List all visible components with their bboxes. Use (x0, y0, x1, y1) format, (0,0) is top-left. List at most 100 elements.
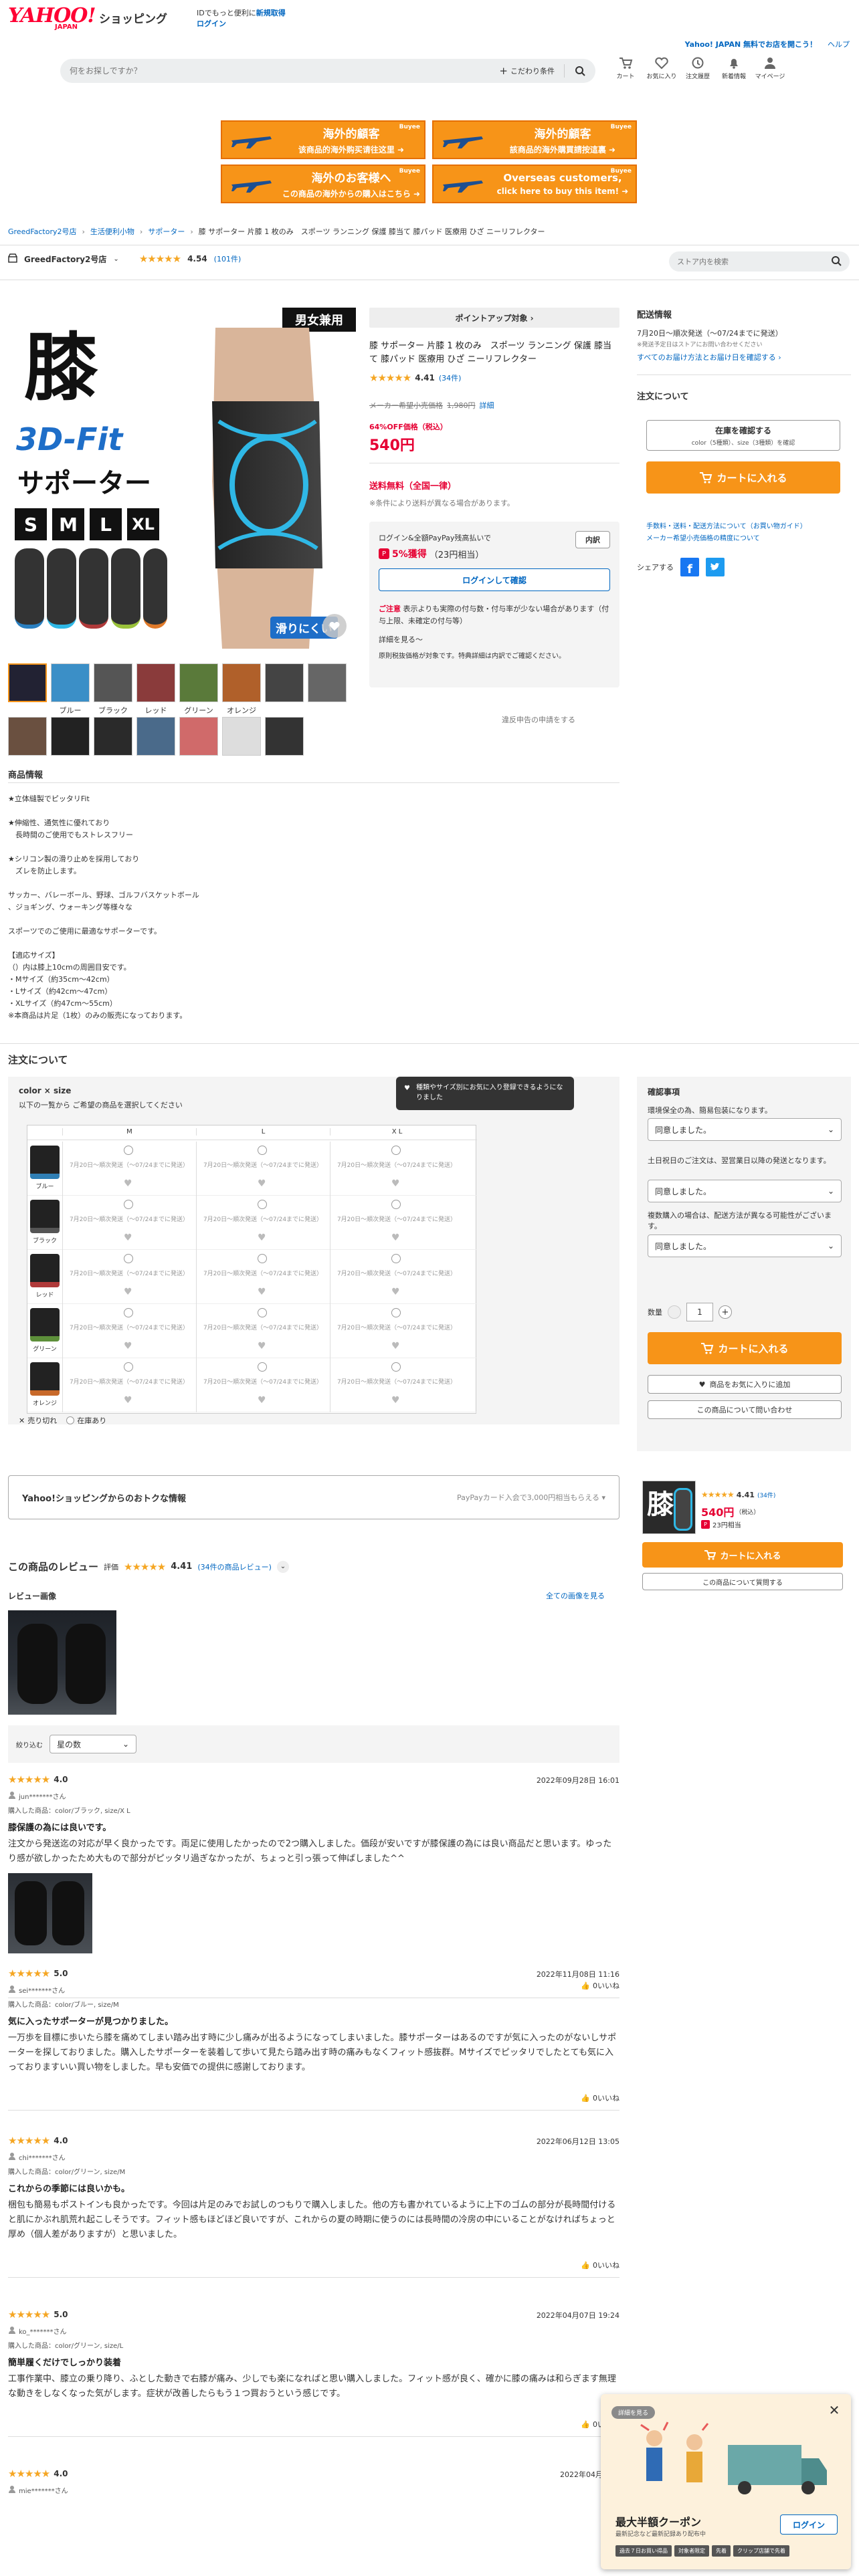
variant-radio[interactable] (124, 1362, 133, 1372)
variant-radio[interactable] (258, 1362, 267, 1372)
thumbnail[interactable] (94, 663, 132, 702)
confirm-select[interactable]: 同意しました。 ⌄ (648, 1118, 842, 1141)
variant-radio[interactable] (391, 1362, 401, 1372)
help-link[interactable]: ヘルプ (828, 39, 850, 49)
register-link[interactable]: 新規取得 (256, 9, 286, 17)
point-up-banner[interactable]: ポイントアップ対象 › (369, 308, 619, 328)
nav-cart[interactable]: カート (610, 56, 641, 80)
thumbnail[interactable] (222, 663, 261, 702)
store-name[interactable]: GreedFactory2号店 (24, 253, 106, 265)
sticky-count[interactable]: (34件) (757, 1491, 775, 1499)
thumbnail[interactable] (94, 717, 132, 756)
facebook-icon[interactable]: f (680, 558, 699, 576)
deals-bar[interactable]: Yahoo!ショッピングからのおトクな情報 PayPayカード入会で3,000円… (8, 1475, 619, 1519)
quantity-increase-button[interactable]: + (719, 1305, 732, 1319)
paypay-breakdown-button[interactable]: 内訳 (575, 531, 610, 548)
variant-radio[interactable] (258, 1200, 267, 1209)
variant-radio[interactable] (124, 1200, 133, 1209)
login-link[interactable]: ログイン (197, 19, 226, 28)
review-image[interactable] (8, 1610, 116, 1715)
rating-count[interactable]: (34件) (439, 372, 462, 383)
thumbnail[interactable] (265, 663, 304, 702)
regular-price-detail-link[interactable]: 詳細 (480, 400, 494, 411)
variant-favorite-icon[interactable]: ♥ (124, 1233, 133, 1243)
sticky-inquiry-button[interactable]: この商品について質問する (642, 1573, 843, 1590)
thumbnail[interactable] (8, 663, 47, 702)
thumbs-up-icon[interactable]: 👍 (581, 2094, 590, 2103)
store-search-input[interactable] (677, 257, 811, 266)
breadcrumb-item[interactable]: 生活便利小物 (90, 226, 134, 237)
search-icon[interactable] (831, 255, 842, 268)
popup-tag[interactable]: 詳細を見る (611, 2406, 656, 2419)
star-filter-select[interactable]: 星の数 ⌄ (50, 1735, 136, 1753)
buyee-ad-2[interactable]: 海外的顧客 該商品的海外購買請按這裏 ➜ Buyee (432, 120, 637, 159)
thumbs-up-icon[interactable]: 👍 (581, 2261, 590, 2270)
image-favorite-button[interactable] (322, 614, 347, 638)
inquiry-button[interactable]: この商品について問い合わせ (648, 1400, 842, 1419)
note-more-link[interactable]: 詳細を見る～ (379, 634, 423, 645)
review-useful-count[interactable]: 0いいね (593, 2092, 619, 2103)
variant-radio[interactable] (258, 1308, 267, 1317)
thumbnail[interactable] (265, 717, 304, 756)
thumbnail[interactable] (8, 717, 47, 756)
see-all-images-link[interactable]: 全ての画像を見る (546, 1590, 605, 1601)
store-dropdown-icon[interactable]: ⌄ (113, 255, 118, 263)
review-useful-count[interactable]: 0いいね (593, 2260, 619, 2270)
variant-radio[interactable] (391, 1200, 401, 1209)
variant-favorite-icon[interactable]: ♥ (258, 1233, 267, 1243)
variant-favorite-icon[interactable]: ♥ (258, 1287, 267, 1297)
thumbnail[interactable] (51, 717, 90, 756)
variant-favorite-icon[interactable]: ♥ (258, 1179, 267, 1188)
nav-favorite[interactable]: お気に入り (646, 56, 677, 80)
popup-login-button[interactable]: ログイン (780, 2514, 838, 2535)
all-delivery-dates-link[interactable]: すべてのお届け方法とお届け日を確認する › (637, 352, 781, 362)
twitter-icon[interactable] (706, 558, 725, 576)
search-icon[interactable] (574, 65, 586, 77)
variant-favorite-icon[interactable]: ♥ (391, 1287, 401, 1297)
coupon-popup[interactable]: 詳細を見る ✕ 最大半額クーポン 最新記念など最新記録あり配布中 ログイン 過去… (601, 2394, 851, 2569)
variant-radio[interactable] (124, 1308, 133, 1317)
report-link[interactable]: 違反申告の申請をする (502, 714, 575, 725)
variant-radio[interactable] (124, 1146, 133, 1155)
maker-price-link[interactable]: メーカー希望小売価格の精度について (646, 532, 760, 542)
variant-radio[interactable] (391, 1254, 401, 1263)
nav-news[interactable]: 新着情報 (719, 56, 749, 80)
logo-service[interactable]: ショッピング (99, 9, 167, 26)
quantity-decrease-button[interactable] (668, 1305, 681, 1319)
buyee-ad-4[interactable]: Overseas customers, click here to buy thi… (432, 165, 637, 203)
nav-mypage[interactable]: マイページ (755, 56, 785, 80)
confirm-select[interactable]: 同意しました。 ⌄ (648, 1235, 842, 1257)
nav-history[interactable]: 注文履歴 (682, 56, 713, 80)
add-to-cart-button[interactable]: カートに入れる (646, 461, 840, 494)
variant-favorite-icon[interactable]: ♥ (258, 1341, 267, 1351)
buyee-ad-3[interactable]: 海外のお客様へ この商品の海外からの購入はこちら ➜ Buyee (221, 165, 425, 203)
add-favorite-button[interactable]: ♥ 商品をお気に入りに追加 (648, 1375, 842, 1394)
variant-radio[interactable] (258, 1146, 267, 1155)
variant-radio[interactable] (391, 1146, 401, 1155)
search-input[interactable] (70, 66, 431, 76)
variant-favorite-icon[interactable]: ♥ (391, 1341, 401, 1351)
thumbnail[interactable] (222, 717, 261, 756)
stock-check-button[interactable]: 在庫を確認する color（5種類）、size（3種類）を確認 (646, 420, 840, 451)
fee-guide-link[interactable]: 手数料・送料・配送方法について（お買い物ガイド） (646, 520, 807, 530)
variant-favorite-icon[interactable]: ♥ (258, 1396, 267, 1405)
review-photo[interactable] (8, 1873, 92, 1953)
chevron-down-icon[interactable]: ⌄ (276, 1560, 289, 1573)
store-review-count[interactable]: (101件) (214, 253, 242, 264)
open-store-link[interactable]: Yahoo! JAPAN 無料でお店を開こう！ (685, 39, 817, 49)
variant-radio[interactable] (124, 1254, 133, 1263)
breadcrumb-item[interactable]: サポーター (148, 226, 185, 237)
close-icon[interactable]: ✕ (826, 2402, 843, 2420)
variant-favorite-icon[interactable]: ♥ (391, 1179, 401, 1188)
variant-favorite-icon[interactable]: ♥ (391, 1233, 401, 1243)
variant-radio[interactable] (391, 1308, 401, 1317)
login-confirm-button[interactable]: ログインして確認 (379, 568, 610, 591)
variant-favorite-icon[interactable]: ♥ (391, 1396, 401, 1405)
sticky-add-to-cart-button[interactable]: カートに入れる (642, 1542, 843, 1568)
add-to-cart-button[interactable]: カートに入れる (648, 1332, 842, 1364)
thumbnail[interactable] (179, 663, 218, 702)
buyee-ad-1[interactable]: 海外的顧客 该商品的海外购买请往这里 ➜ Buyee (221, 120, 425, 159)
condition-filter-button[interactable]: + こだわり条件 (499, 65, 555, 77)
thumbnail[interactable] (179, 717, 218, 756)
quantity-input[interactable]: 1 (686, 1303, 713, 1321)
